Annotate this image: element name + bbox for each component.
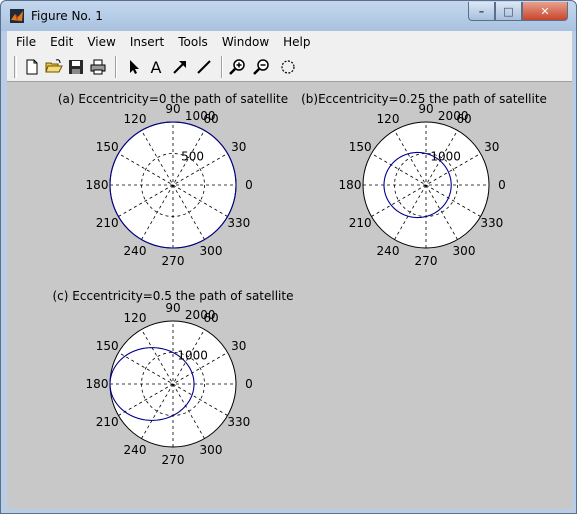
open-file-icon[interactable] [45, 58, 63, 76]
angle-tick-label: 270 [415, 254, 438, 268]
angle-tick-label: 330 [480, 216, 503, 230]
angle-tick-label: 330 [227, 415, 250, 429]
matlab-logo-icon [10, 9, 24, 23]
toolbar-separator [115, 56, 117, 78]
zoom-out-icon[interactable] [253, 58, 271, 76]
window-title: Figure No. 1 [31, 9, 103, 23]
angle-tick-label: 240 [377, 244, 400, 258]
menu-view[interactable]: View [80, 35, 122, 49]
angle-tick-label: 30 [484, 140, 499, 154]
radial-tick-label: 1000 [430, 149, 461, 163]
plot-title: (c) Eccentricity=0.5 the path of satelli… [53, 289, 294, 303]
close-icon: ✕ [540, 4, 550, 18]
toolbar-separator [221, 56, 223, 78]
angle-tick-label: 300 [453, 244, 476, 258]
rotate-3d-icon[interactable] [279, 58, 297, 76]
angle-tick-label: 240 [124, 443, 147, 457]
angle-tick-label: 300 [200, 244, 223, 258]
angle-tick-label: 180 [86, 178, 109, 192]
figure-window: Figure No. 1 – □ ✕ File Edit View Insert… [0, 0, 577, 514]
insert-arrow-icon[interactable] [171, 58, 189, 76]
close-button[interactable]: ✕ [522, 2, 568, 21]
angle-tick-label: 150 [349, 140, 372, 154]
angle-tick-label: 210 [96, 415, 119, 429]
polar-plots: 03060901201501802102402703003305001000(a… [53, 92, 547, 467]
angle-tick-label: 150 [96, 339, 119, 353]
radial-tick-label: 1000 [177, 348, 208, 362]
minimize-button[interactable]: – [468, 2, 495, 21]
angle-tick-label: 270 [162, 254, 185, 268]
angle-tick-label: 30 [231, 339, 246, 353]
maximize-button[interactable]: □ [495, 2, 522, 21]
insert-line-icon[interactable] [195, 58, 213, 76]
menu-window[interactable]: Window [215, 35, 276, 49]
angle-tick-label: 0 [245, 377, 253, 391]
radial-tick-label: 1000 [185, 109, 216, 123]
new-figure-icon[interactable] [23, 58, 41, 76]
angle-tick-label: 150 [96, 140, 119, 154]
plot-title: (b)Eccentricity=0.25 the path of satelli… [301, 92, 547, 106]
toolbar-grip[interactable] [14, 56, 17, 78]
angle-tick-label: 300 [200, 443, 223, 457]
menu-edit[interactable]: Edit [43, 35, 80, 49]
angle-tick-label: 180 [86, 377, 109, 391]
plot-title: (a) Eccentricity=0 the path of satellite [58, 92, 288, 106]
menu-help[interactable]: Help [276, 35, 317, 49]
select-arrow-icon[interactable] [125, 58, 143, 76]
angle-tick-label: 240 [124, 244, 147, 258]
angle-tick-label: 270 [162, 453, 185, 467]
radial-tick-label: 500 [181, 149, 204, 163]
insert-text-icon[interactable]: A [147, 58, 165, 76]
angle-tick-label: 120 [124, 311, 147, 325]
angle-tick-label: 120 [124, 112, 147, 126]
figure-client-area: File Edit View Insert Tools Window Help [7, 31, 572, 509]
angle-tick-label: 120 [377, 112, 400, 126]
menu-bar: File Edit View Insert Tools Window Help [7, 31, 572, 52]
figure-canvas[interactable]: 0 30 60 90 120 150 180 210 240 270 300 330 500 1000 (a… [7, 82, 572, 509]
menu-tools[interactable]: Tools [171, 35, 215, 49]
radial-tick-label: 2000 [438, 109, 469, 123]
angle-tick-label: 0 [245, 178, 253, 192]
angle-tick-label: 30 [231, 140, 246, 154]
angle-tick-label: 330 [227, 216, 250, 230]
angle-tick-label: 90 [165, 301, 180, 315]
title-bar[interactable]: Figure No. 1 – □ ✕ [1, 1, 576, 31]
radial-tick-label: 2000 [185, 308, 216, 322]
menu-insert[interactable]: Insert [123, 35, 171, 49]
svg-text:A: A [151, 58, 162, 76]
angle-tick-label: 210 [349, 216, 372, 230]
print-icon[interactable] [89, 58, 107, 76]
menu-file[interactable]: File [7, 35, 43, 49]
angle-tick-label: 0 [498, 178, 506, 192]
figure-toolbar: A [7, 52, 572, 82]
zoom-in-icon[interactable] [229, 58, 247, 76]
save-icon[interactable] [67, 58, 85, 76]
angle-tick-label: 210 [96, 216, 119, 230]
minimize-icon: – [478, 4, 485, 18]
maximize-icon: □ [503, 4, 514, 18]
angle-tick-label: 180 [339, 178, 362, 192]
